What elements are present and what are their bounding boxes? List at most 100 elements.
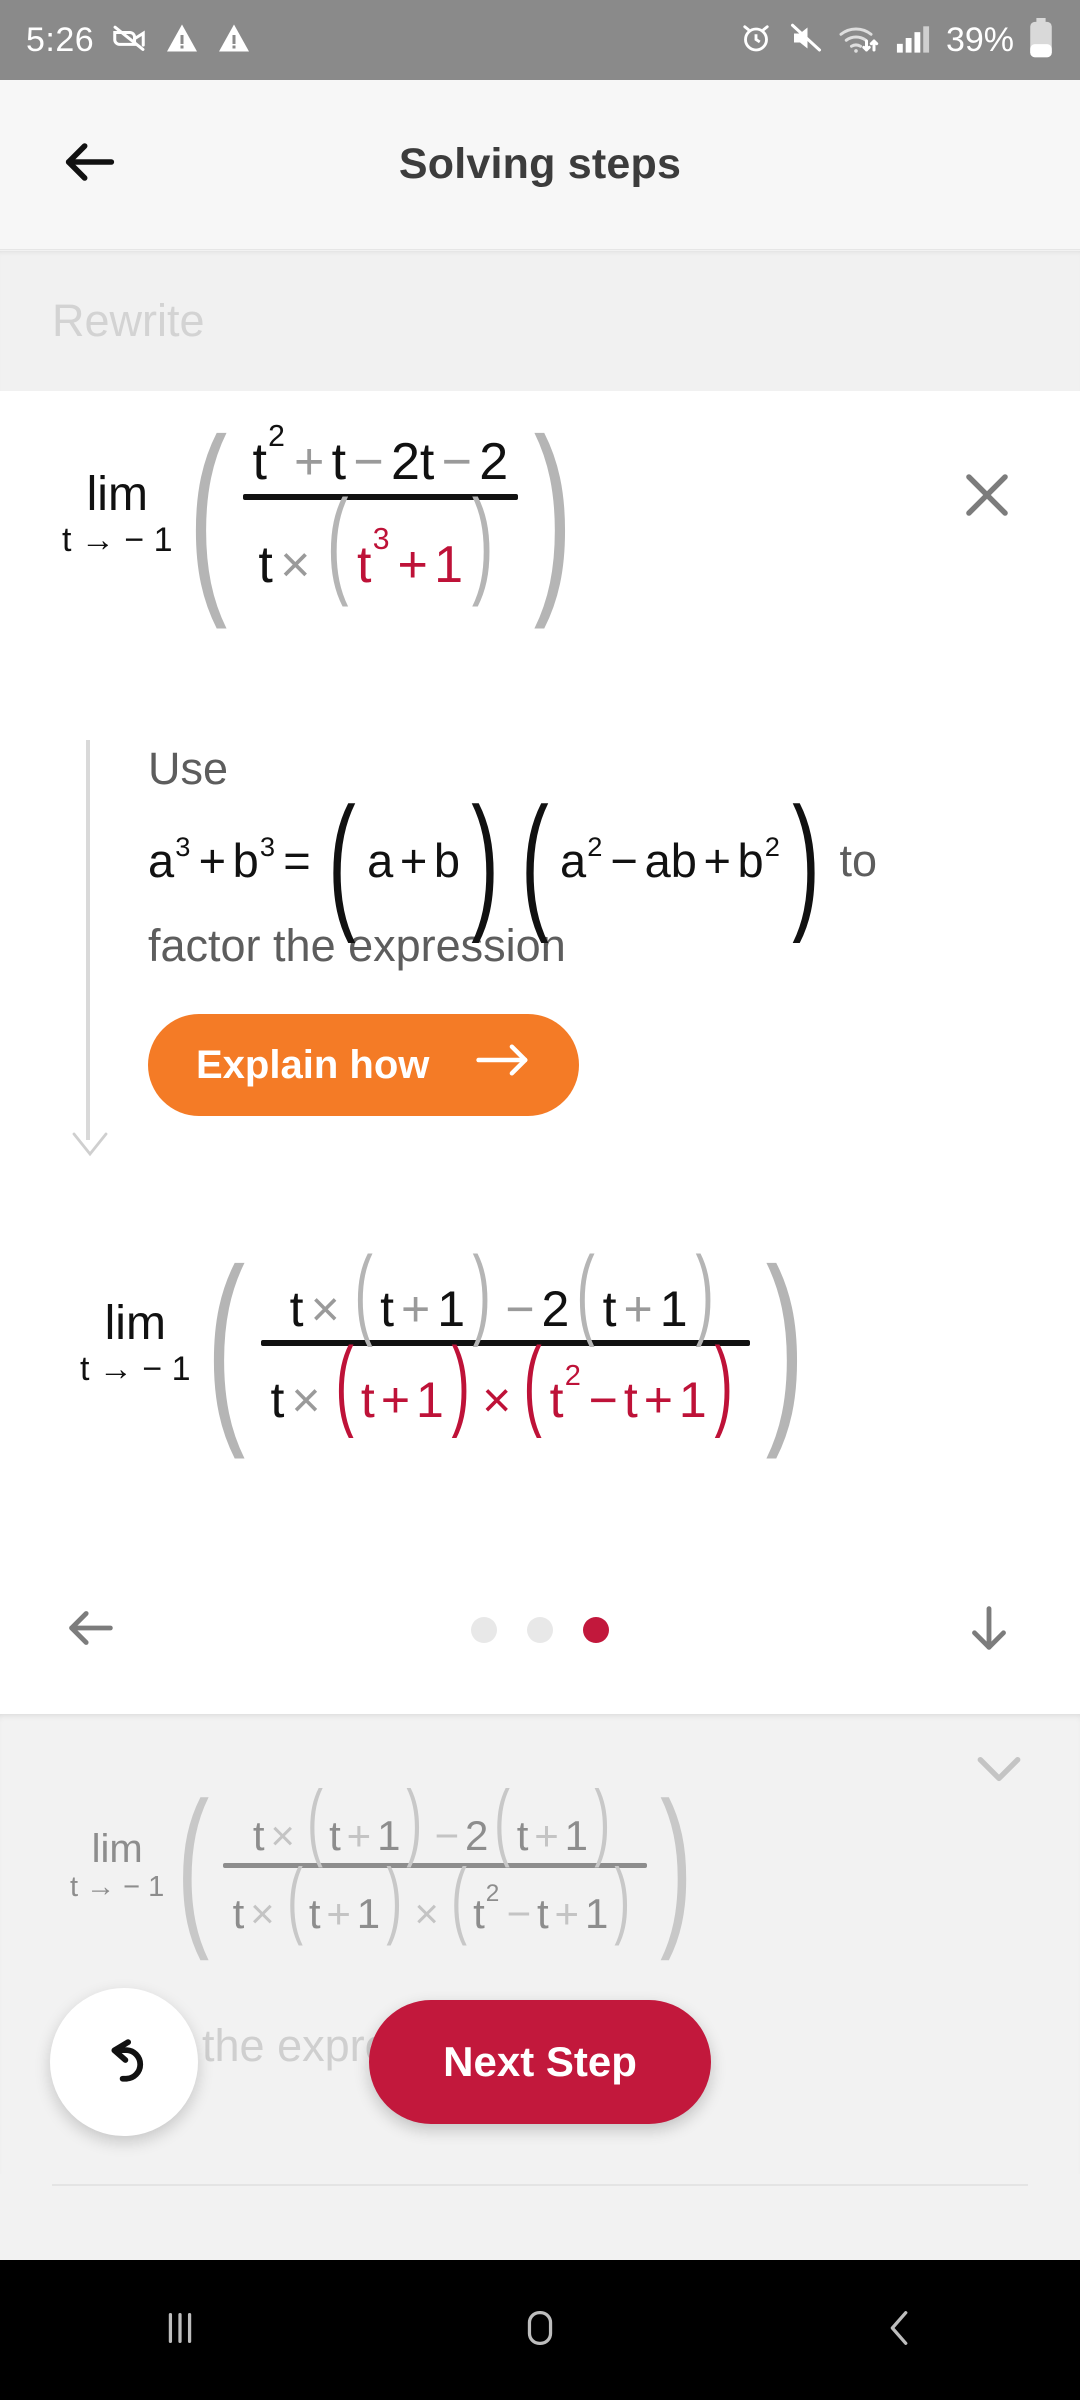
rnum-t3: t	[602, 1281, 617, 1337]
term-t: t	[252, 433, 267, 491]
next-fraction: t ×(t +1) −2(t +1) t ×(t +1) ×(t2− t +1)	[222, 1774, 647, 1947]
next-limit-op-label: lim	[91, 1827, 143, 1871]
back-button-nav[interactable]	[800, 2260, 1000, 2400]
operator-plus: +	[294, 433, 325, 491]
rden-exp-2: 2	[564, 1360, 581, 1393]
arrow-right-icon	[475, 1040, 531, 1090]
step-pagination-dots[interactable]	[471, 1617, 609, 1643]
rnum-open-paren-2-icon: (	[576, 1236, 596, 1348]
next-card-expression: lim t → − 1 ( t ×(t +1) −2(t +1) t ×(t +1) ×(t2…	[70, 1767, 705, 1963]
hint-line-1: Use	[148, 743, 229, 794]
pagination-dot-3-active[interactable]	[583, 1617, 609, 1643]
rden-one: 1	[416, 1372, 444, 1428]
undo-button[interactable]	[50, 1988, 198, 2136]
nnum-close-paren-1-icon: )	[406, 1774, 423, 1869]
pagination-dot-2[interactable]	[527, 1617, 553, 1643]
status-bar-left: 5:26	[26, 19, 252, 62]
nden-plus: +	[326, 1890, 351, 1937]
formula-a2: a	[367, 833, 394, 887]
nden-times: ×	[250, 1890, 275, 1937]
nden-close-paren-1-icon: )	[386, 1852, 403, 1947]
rnum-t: t	[289, 1281, 304, 1337]
rnum-plus-2: +	[623, 1281, 653, 1337]
home-button[interactable]	[440, 2260, 640, 2400]
den-term-t: t	[258, 536, 273, 594]
nden-one-2: 1	[584, 1890, 609, 1937]
limit-op-label: lim	[86, 467, 148, 521]
signal-icon	[894, 20, 932, 61]
nnum-t: t	[252, 1812, 265, 1859]
expand-next-card-button[interactable]	[972, 1748, 1026, 1793]
rnum-two: 2	[541, 1281, 570, 1337]
undo-icon	[91, 2027, 157, 2098]
nnum-plus-2: +	[534, 1812, 559, 1859]
previous-step-button[interactable]	[62, 1599, 120, 1662]
home-icon	[517, 2305, 563, 2356]
next-open-paren-icon: (	[177, 1767, 210, 1963]
next-step-button[interactable]: Next Step	[369, 2000, 711, 2124]
formula-close-paren-1-icon: )	[471, 775, 499, 944]
warning-triangle-icon-2	[216, 20, 252, 61]
formula-b3: b	[737, 833, 764, 887]
rden-minus: −	[588, 1372, 618, 1428]
rden-plus-2: +	[643, 1372, 673, 1428]
step-navigation	[0, 1570, 1080, 1690]
formula-a: a	[148, 833, 175, 887]
hint-connector-line	[86, 740, 90, 1140]
rden-close-paren-1-icon: )	[451, 1327, 470, 1439]
rden-times: ×	[291, 1372, 321, 1428]
status-bar-right: 39%	[738, 17, 1054, 63]
result-fraction-denominator: t ×(t +1) ×(t2− t +1)	[261, 1327, 751, 1439]
nnum-t2: t	[329, 1812, 341, 1859]
next-limit-operator: lim t → − 1	[70, 1829, 164, 1902]
limit-operator: lim t → − 1	[62, 467, 173, 559]
nnum-close-paren-2-icon: )	[594, 1774, 610, 1869]
open-paren-icon: (	[188, 395, 227, 631]
result-expression: lim t → − 1 ( t ×(t +1) −2(t +1) t ×(t +1) ×(t2…	[80, 1224, 820, 1460]
formula-b2: b	[433, 833, 461, 887]
warning-triangle-icon	[164, 20, 200, 61]
formula-a3: a	[559, 833, 587, 887]
term-t3: t	[419, 433, 435, 491]
rden-one-2: 1	[678, 1372, 707, 1428]
next-close-paren-icon: )	[659, 1767, 692, 1963]
nden-plus-2: +	[554, 1890, 580, 1937]
result-close-paren-icon: )	[765, 1224, 805, 1460]
formula-ab: ab	[644, 833, 697, 887]
close-button[interactable]	[942, 452, 1032, 542]
operator-minus: −	[353, 433, 384, 491]
arrow-left-icon	[62, 1610, 120, 1661]
result-fraction: t ×(t +1) −2(t +1) t ×(t +1) ×(t2− t +1)	[260, 1236, 751, 1439]
pagination-dot-1[interactable]	[471, 1617, 497, 1643]
back-button[interactable]	[52, 127, 128, 203]
coefficient-2: 2	[391, 433, 420, 491]
close-paren-icon: )	[533, 395, 573, 631]
hint-trailing-word: to	[839, 834, 878, 886]
nnum-t3: t	[516, 1812, 529, 1859]
fraction-denominator: t ×(t3 +1)	[248, 483, 512, 601]
nden-close-paren-2-icon: )	[614, 1852, 631, 1947]
limit-subscript: t → − 1	[62, 520, 173, 559]
hint-body: Use a 3 + b 3 =(a + b)(a 2− ab + b 2) to factor the e…	[86, 740, 1006, 1117]
recents-icon	[157, 2305, 203, 2356]
formula-exp-2: 2	[587, 831, 603, 863]
battery-icon	[1028, 17, 1054, 63]
exponent-3: 3	[372, 523, 390, 557]
rden-t2: t	[360, 1372, 375, 1428]
no-camera-icon	[110, 19, 148, 62]
nnum-open-paren-1-icon: (	[307, 1774, 323, 1869]
formula-plus-3: +	[703, 833, 731, 887]
nden-exp-2: 2	[485, 1880, 500, 1908]
status-bar-clock: 5:26	[26, 21, 95, 59]
recents-button[interactable]	[80, 2260, 280, 2400]
nden-t4: t	[537, 1890, 549, 1937]
result-limit-operator: lim t → − 1	[80, 1300, 191, 1387]
next-step-down-button[interactable]	[960, 1599, 1018, 1662]
explain-how-button[interactable]: Explain how	[148, 1014, 580, 1117]
formula-plus: +	[198, 833, 227, 887]
nden-one: 1	[356, 1890, 381, 1937]
page-title: Solving steps	[398, 140, 682, 188]
formula-open-paren-2-icon: (	[521, 775, 549, 944]
formula-plus-2: +	[399, 833, 428, 887]
section-header-rewrite[interactable]: Rewrite	[0, 251, 1080, 391]
